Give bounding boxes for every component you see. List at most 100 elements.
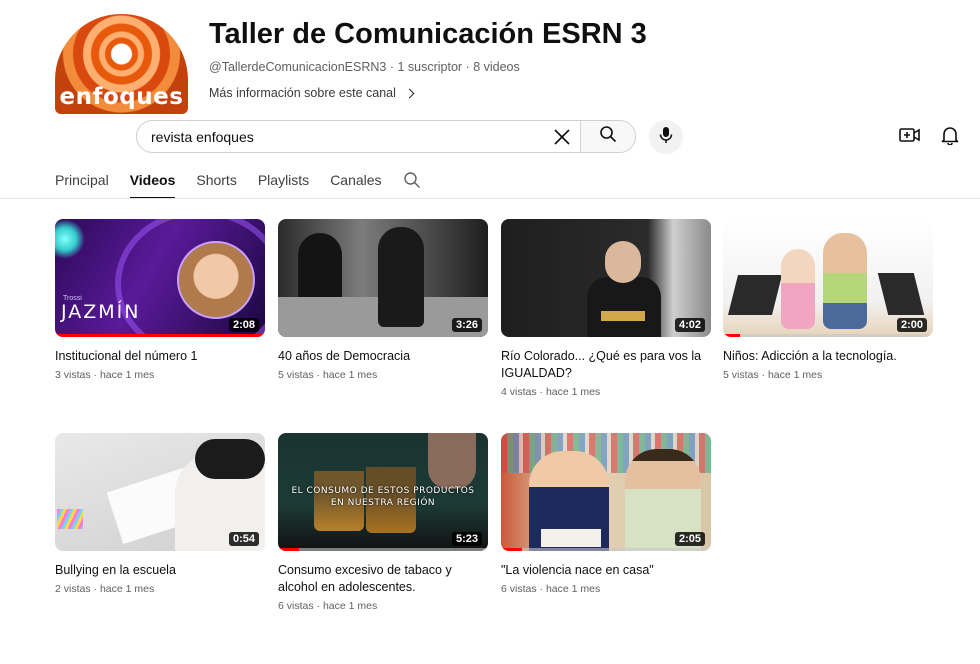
video-duration: 2:05 [674, 532, 705, 546]
video-title[interactable]: Niños: Adicción a la tecnología. [723, 348, 933, 365]
watch-progress [501, 548, 522, 551]
video-meta: 2 vistas · hace 1 mes [55, 583, 265, 595]
thumbnail-art [195, 439, 265, 479]
video-thumbnail[interactable]: EL CONSUMO DE ESTOS PRODUCTOS EN NUESTRA… [278, 433, 488, 551]
watch-progress [278, 548, 299, 551]
video-title[interactable]: Bullying en la escuela [55, 562, 265, 579]
view-count: 5 vistas [723, 369, 759, 381]
voice-search-button[interactable] [649, 120, 683, 154]
video-thumbnail[interactable]: Trossi JAZMÍN 2:08 [55, 219, 265, 337]
channel-title: Taller de Comunicación ESRN 3 [209, 18, 647, 50]
video-card[interactable]: 3:26 40 años de Democracia 5 vistas · ha… [278, 219, 488, 381]
thumbnail-text: JAZMÍN [61, 301, 141, 323]
tabs-divider [0, 198, 980, 199]
watch-progress [723, 334, 740, 337]
video-meta: 5 vistas · hace 1 mes [723, 369, 933, 381]
tab-playlists[interactable]: Playlists [258, 164, 309, 199]
more-info-link[interactable]: Más información sobre este canal [209, 86, 415, 100]
tab-canales[interactable]: Canales [330, 164, 381, 199]
channel-avatar[interactable]: enfoques [55, 14, 188, 114]
video-meta: 6 vistas · hace 1 mes [278, 600, 488, 612]
more-info-label: Más información sobre este canal [209, 86, 396, 100]
video-meta: 4 vistas · hace 1 mes [501, 386, 711, 398]
create-button[interactable] [897, 124, 923, 150]
video-meta: 5 vistas · hace 1 mes [278, 369, 488, 381]
upload-age: hace 1 mes [767, 369, 823, 381]
video-duration: 4:02 [674, 318, 705, 332]
thumbnail-art [601, 311, 645, 321]
thumbnail-art [55, 219, 85, 259]
thumbnail-art [781, 249, 815, 329]
video-card[interactable]: 2:00 Niños: Adicción a la tecnología. 5 … [723, 219, 933, 381]
tab-shorts[interactable]: Shorts [196, 164, 236, 199]
video-title[interactable]: "La violencia nace en casa" [501, 562, 711, 579]
channel-meta: @TallerdeComunicacionESRN3 · 1 suscripto… [209, 60, 520, 74]
thumbnail-art [57, 509, 83, 529]
microphone-icon [658, 126, 674, 149]
channel-search-box [136, 120, 636, 153]
chevron-right-icon [404, 88, 415, 98]
thumbnail-art [877, 273, 925, 315]
video-count: 8 videos [473, 60, 520, 74]
search-button[interactable] [580, 121, 635, 152]
search-icon [599, 125, 617, 148]
watch-progress [55, 334, 265, 337]
watch-progress-track [723, 334, 933, 337]
thumbnail-art [428, 433, 476, 489]
video-thumbnail[interactable]: 4:02 [501, 219, 711, 337]
thumbnail-art [378, 227, 424, 327]
meta-separator: · [758, 369, 768, 381]
video-duration: 2:08 [228, 318, 259, 332]
upload-age: hace 1 mes [545, 583, 601, 595]
video-thumbnail[interactable]: 3:26 [278, 219, 488, 337]
video-thumbnail[interactable]: 0:54 [55, 433, 265, 551]
search-icon[interactable] [403, 164, 421, 194]
upload-age: hace 1 mes [99, 583, 155, 595]
video-duration: 2:00 [896, 318, 927, 332]
search-input[interactable] [137, 121, 544, 152]
video-meta: 6 vistas · hace 1 mes [501, 583, 711, 595]
meta-separator: · [536, 583, 546, 595]
video-meta: 3 vistas · hace 1 mes [55, 369, 265, 381]
watch-progress-track [278, 548, 488, 551]
watch-progress-track [501, 548, 711, 551]
channel-handle: @TallerdeComunicacionESRN3 [209, 60, 387, 74]
tab-videos[interactable]: Videos [129, 164, 176, 199]
video-title[interactable]: Institucional del número 1 [55, 348, 265, 365]
meta-separator: · [313, 600, 323, 612]
create-video-icon [899, 126, 921, 149]
view-count: 6 vistas [278, 600, 314, 612]
view-count: 3 vistas [55, 369, 91, 381]
thumbnail-portrait [177, 241, 255, 319]
upload-age: hace 1 mes [99, 369, 155, 381]
thumbnail-art [298, 233, 342, 303]
video-title[interactable]: Río Colorado... ¿Qué es para vos la IGUA… [501, 348, 711, 382]
thumbnail-art [541, 529, 601, 547]
thumbnail-art [605, 241, 641, 283]
video-card[interactable]: 2:05 "La violencia nace en casa" 6 vista… [501, 433, 711, 595]
view-count: 2 vistas [55, 583, 91, 595]
video-thumbnail[interactable]: 2:05 [501, 433, 711, 551]
view-count: 6 vistas [501, 583, 537, 595]
thumbnail-art [823, 233, 867, 329]
tab-principal[interactable]: Principal [55, 164, 109, 199]
close-icon[interactable] [544, 121, 580, 152]
notifications-button[interactable] [937, 124, 963, 150]
thumbnail-text: EL CONSUMO DE ESTOS PRODUCTOS EN NUESTRA… [291, 486, 475, 508]
video-duration: 0:54 [228, 532, 259, 546]
meta-separator: · [90, 583, 100, 595]
video-card[interactable]: 4:02 Río Colorado... ¿Qué es para vos la… [501, 219, 711, 398]
meta-separator: · [90, 369, 100, 381]
video-thumbnail[interactable]: 2:00 [723, 219, 933, 337]
video-card[interactable]: 0:54 Bullying en la escuela 2 vistas · h… [55, 433, 265, 595]
video-title[interactable]: Consumo excesivo de tabaco y alcohol en … [278, 562, 488, 596]
thumbnail-art [728, 275, 782, 315]
meta-separator: · [462, 60, 474, 74]
view-count: 4 vistas [501, 386, 537, 398]
video-card[interactable]: Trossi JAZMÍN 2:08 Institucional del núm… [55, 219, 265, 381]
video-card[interactable]: EL CONSUMO DE ESTOS PRODUCTOS EN NUESTRA… [278, 433, 488, 612]
video-title[interactable]: 40 años de Democracia [278, 348, 488, 365]
subscriber-count: 1 suscriptor [397, 60, 463, 74]
video-duration: 5:23 [451, 532, 482, 546]
view-count: 5 vistas [278, 369, 314, 381]
